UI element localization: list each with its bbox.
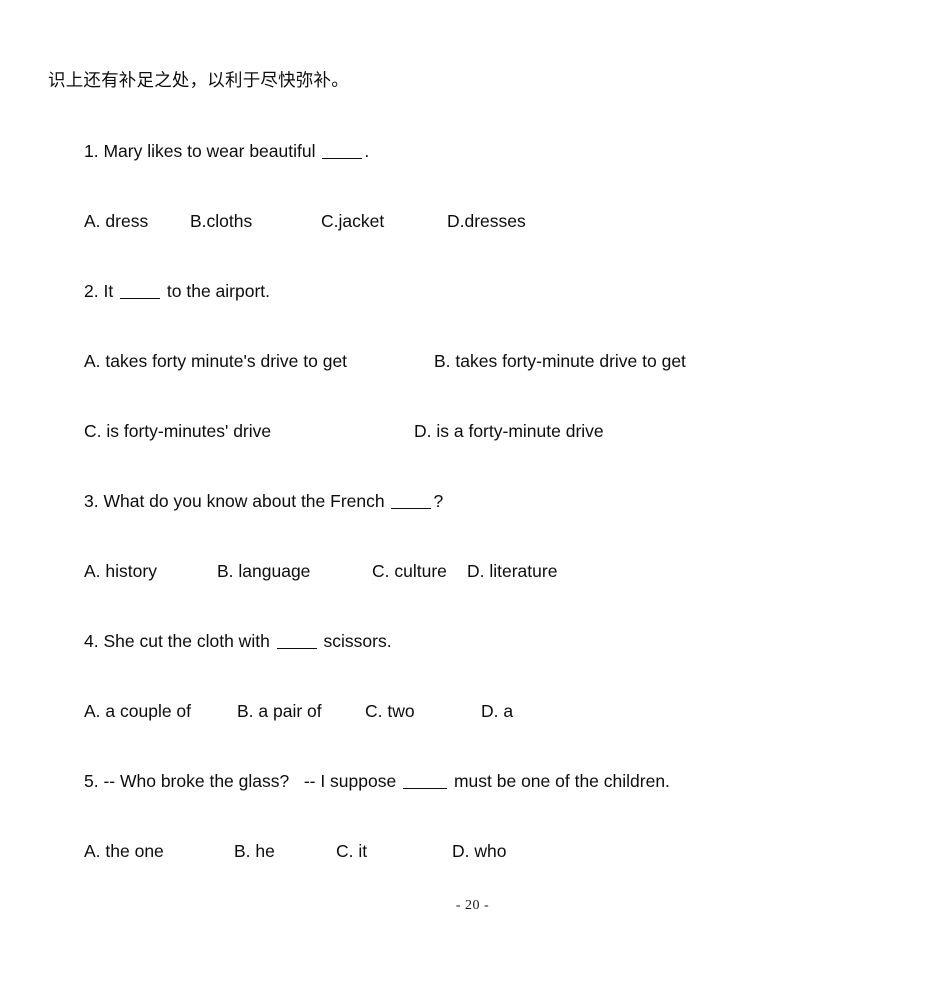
- question-1-blank: [322, 143, 363, 159]
- question-5: 5. -- Who broke the glass? -- I suppose …: [84, 770, 904, 910]
- question-5-option-b[interactable]: B. he: [234, 840, 336, 862]
- question-2: 2. It to the airport. A. takes forty min…: [84, 280, 904, 490]
- question-3-option-c[interactable]: C. culture: [372, 560, 467, 582]
- question-4-option-a[interactable]: A. a couple of: [84, 700, 237, 722]
- question-1-stem-before: 1. Mary likes to wear beautiful: [84, 141, 321, 161]
- question-5-stem: 5. -- Who broke the glass? -- I suppose …: [84, 770, 904, 840]
- question-4-option-d[interactable]: D. a: [481, 700, 513, 722]
- question-1: 1. Mary likes to wear beautiful . A. dre…: [84, 140, 904, 280]
- question-1-stem: 1. Mary likes to wear beautiful .: [84, 140, 904, 210]
- question-2-blank: [120, 283, 161, 299]
- question-3-blank: [391, 493, 432, 509]
- question-2-stem: 2. It to the airport.: [84, 280, 904, 350]
- question-2-options-row-2: C. is forty-minutes' drive D. is a forty-…: [84, 420, 904, 490]
- chinese-header-text: 识上还有补足之处，以利于尽快弥补。: [48, 70, 349, 90]
- question-3: 3. What do you know about the French ? A…: [84, 490, 904, 630]
- question-1-option-c[interactable]: C.jacket: [321, 210, 447, 232]
- question-5-stem-before: 5. -- Who broke the glass? -- I suppose: [84, 771, 402, 791]
- question-2-option-c[interactable]: C. is forty-minutes' drive: [84, 420, 414, 442]
- question-4-option-c[interactable]: C. two: [365, 700, 481, 722]
- question-2-options-row-1: A. takes forty minute's drive to get B. t…: [84, 350, 904, 420]
- question-4-blank: [276, 633, 317, 649]
- question-1-option-a[interactable]: A. dress: [84, 210, 190, 232]
- question-5-option-a[interactable]: A. the one: [84, 840, 234, 862]
- question-3-stem-before: 3. What do you know about the French: [84, 491, 390, 511]
- question-1-option-d[interactable]: D.dresses: [447, 210, 526, 232]
- question-4-option-b[interactable]: B. a pair of: [237, 700, 365, 722]
- page-number-footer: - 20 -: [455, 898, 490, 913]
- question-5-option-c[interactable]: C. it: [336, 840, 452, 862]
- question-3-option-d[interactable]: D. literature: [467, 560, 557, 582]
- question-4-stem: 4. She cut the cloth with scissors.: [84, 630, 904, 700]
- question-3-option-b[interactable]: B. language: [217, 560, 372, 582]
- question-3-stem-after: ?: [433, 491, 444, 511]
- question-5-option-d[interactable]: D. who: [452, 840, 506, 862]
- question-3-options: A. history B. language C. culture D. litera…: [84, 560, 904, 630]
- question-4-stem-after: scissors.: [318, 631, 392, 651]
- question-2-option-a[interactable]: A. takes forty minute's drive to get: [84, 350, 434, 372]
- question-4-stem-before: 4. She cut the cloth with: [84, 631, 275, 651]
- question-2-option-b[interactable]: B. takes forty-minute drive to get: [434, 350, 686, 372]
- question-3-stem: 3. What do you know about the French ?: [84, 490, 904, 560]
- question-4: 4. She cut the cloth with scissors. A. a…: [84, 630, 904, 770]
- question-1-stem-after: .: [364, 141, 370, 161]
- question-3-option-a[interactable]: A. history: [84, 560, 217, 582]
- question-4-options: A. a couple of B. a pair of C. two D. a: [84, 700, 904, 770]
- question-1-option-b[interactable]: B.cloths: [190, 210, 321, 232]
- question-2-stem-before: 2. It: [84, 281, 119, 301]
- question-list: 1. Mary likes to wear beautiful . A. dre…: [84, 140, 904, 910]
- document-page: 识上还有补足之处，以利于尽快弥补。 1. Mary likes to wear …: [0, 0, 945, 983]
- question-1-options: A. dress B.cloths C.jacket D.dresses: [84, 210, 904, 280]
- question-5-stem-after: must be one of the children.: [449, 771, 670, 791]
- question-2-option-d[interactable]: D. is a forty-minute drive: [414, 420, 604, 442]
- question-5-blank: [403, 773, 448, 789]
- question-2-stem-after: to the airport.: [162, 281, 271, 301]
